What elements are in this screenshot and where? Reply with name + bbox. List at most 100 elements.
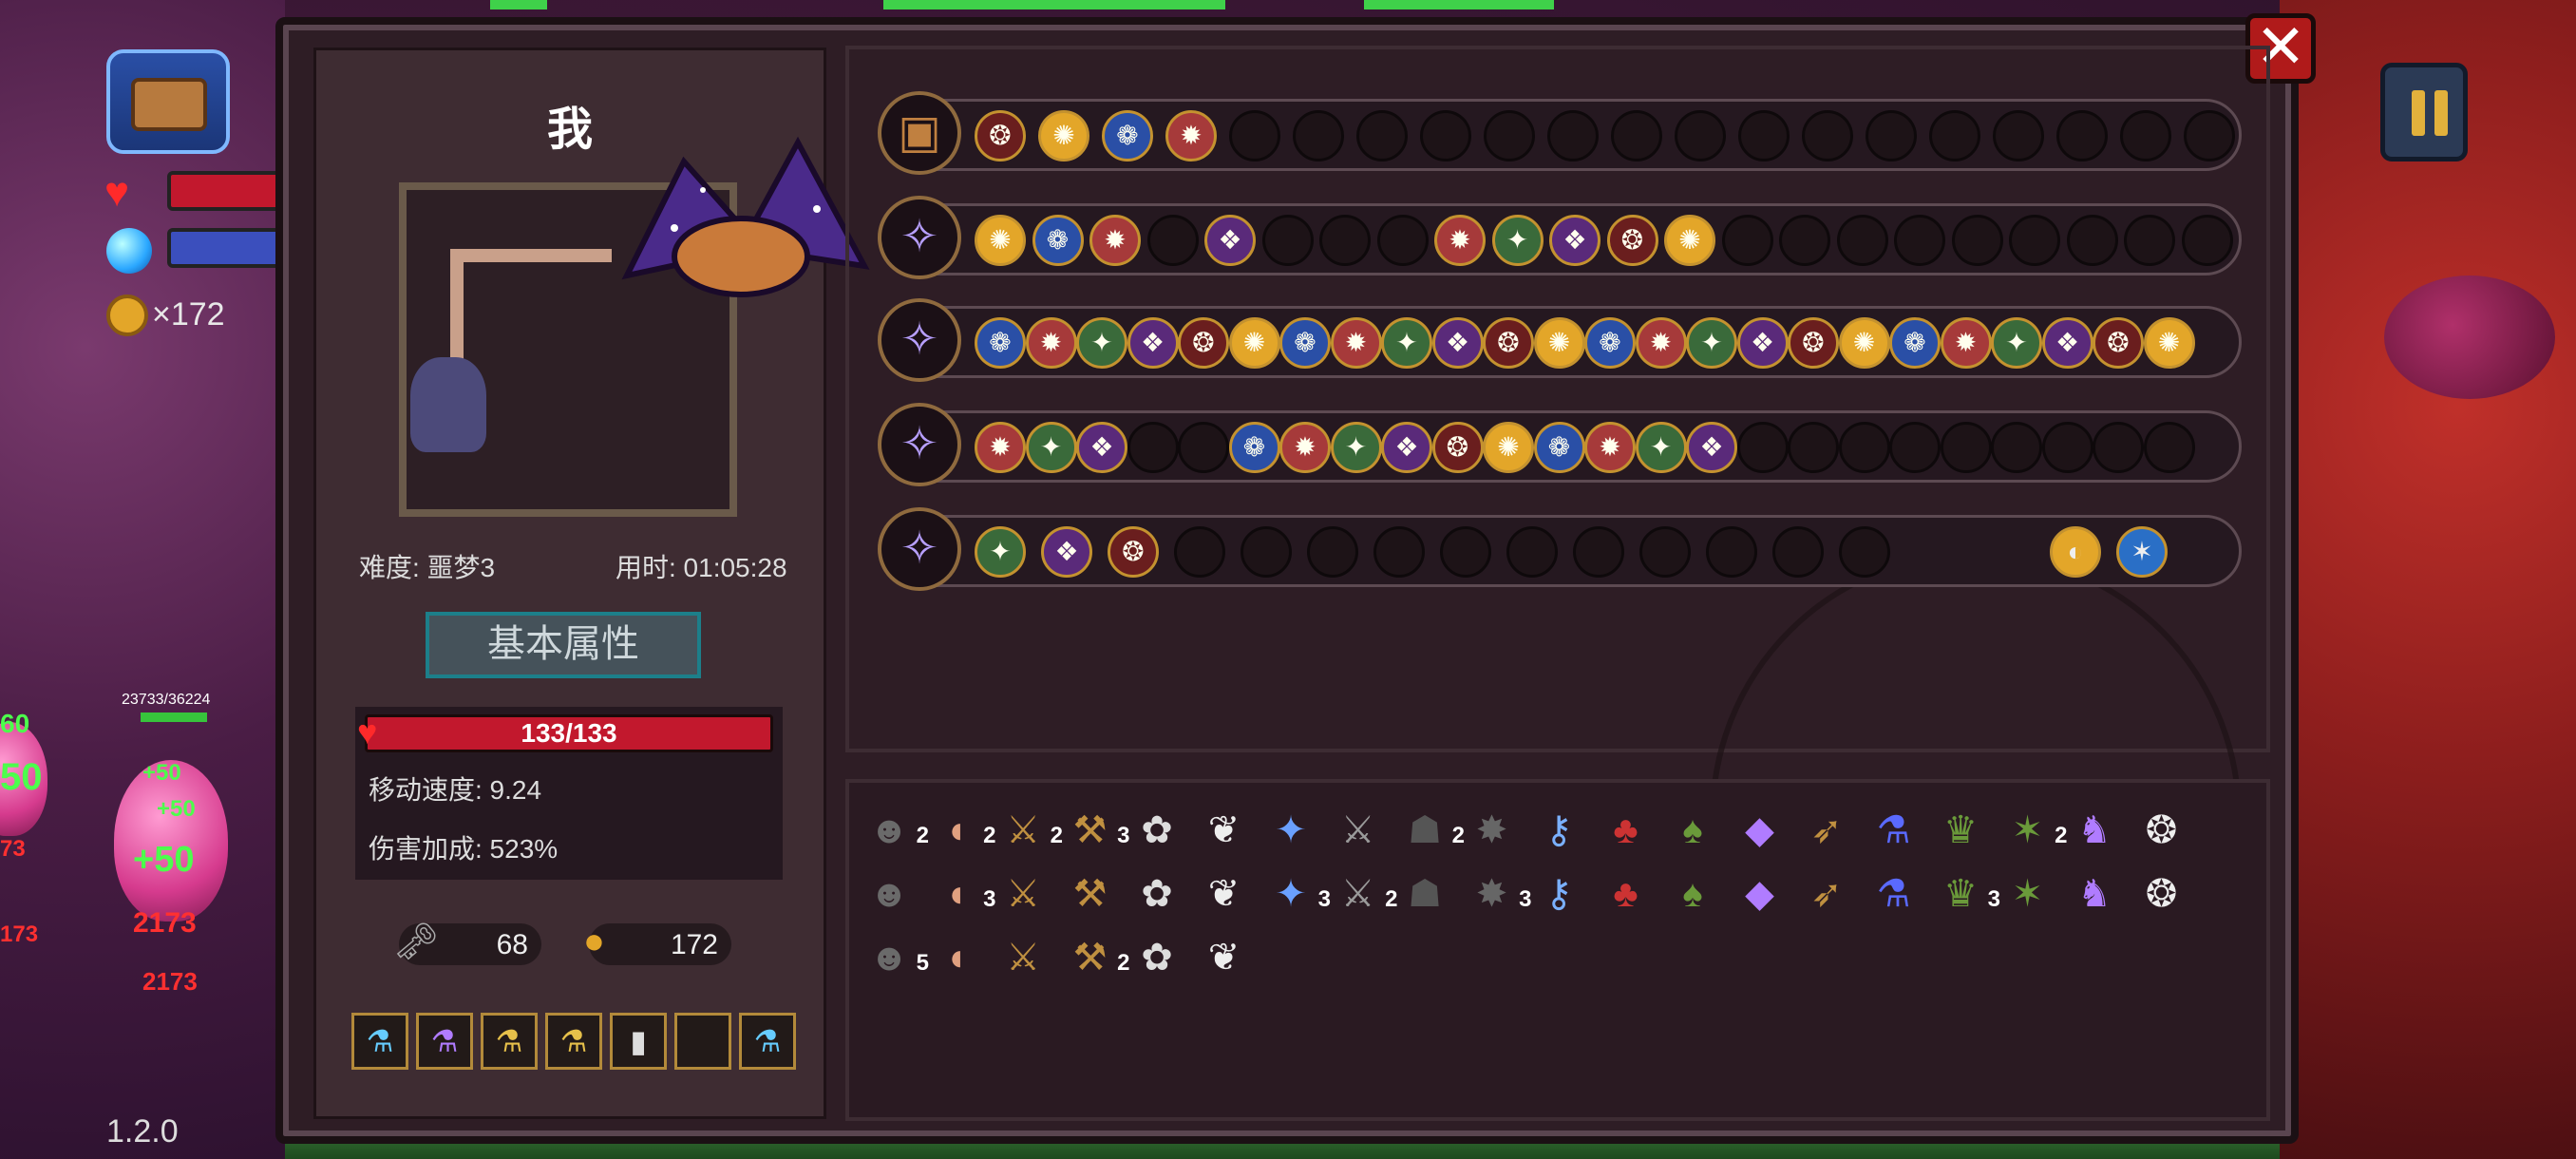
empty-slot[interactable]: [2124, 215, 2175, 266]
inventory-item[interactable]: ⚷: [1532, 867, 1585, 921]
empty-slot[interactable]: [1721, 215, 1773, 266]
inventory-item[interactable]: ✶: [2001, 867, 2055, 921]
spell-slot[interactable]: ✺: [1038, 110, 1089, 162]
spell-slot[interactable]: ❂: [1431, 422, 1484, 473]
empty-slot[interactable]: [2056, 110, 2108, 162]
spell-slot[interactable]: ❖: [1127, 317, 1179, 369]
potion-slot[interactable]: ⚗: [416, 1013, 473, 1070]
empty-slot[interactable]: [2143, 422, 2195, 473]
empty-slot[interactable]: [2041, 422, 2093, 473]
spell-slot[interactable]: ❂: [1788, 317, 1839, 369]
empty-slot[interactable]: [1839, 526, 1890, 578]
inventory-item[interactable]: ♠: [1666, 804, 1719, 857]
wand-icon[interactable]: ✧: [878, 298, 961, 382]
potion-slot[interactable]: ⚗: [351, 1013, 408, 1070]
inventory-item[interactable]: ⚔: [1332, 804, 1385, 857]
spell-slot[interactable]: ❁: [1584, 317, 1636, 369]
inventory-item[interactable]: ➶: [1800, 804, 1853, 857]
inventory-item[interactable]: ☻ 5: [862, 931, 929, 984]
inventory-item[interactable]: ⚒ 2: [1064, 931, 1130, 984]
inventory-item[interactable]: ✶ 2: [2001, 804, 2068, 857]
spell-slot[interactable]: ✹: [1165, 110, 1217, 162]
inventory-item[interactable]: ◖: [930, 931, 983, 984]
chest-button[interactable]: [106, 49, 230, 154]
spell-slot[interactable]: ✹: [1025, 317, 1077, 369]
spell-slot[interactable]: ❁: [1889, 317, 1941, 369]
inventory-item[interactable]: ✿: [1130, 867, 1184, 921]
inventory-item[interactable]: ⚔ 2: [1332, 867, 1398, 921]
spell-slot[interactable]: ❁: [1032, 215, 1084, 266]
empty-slot[interactable]: [2184, 110, 2235, 162]
spell-slot[interactable]: ✦: [1025, 422, 1077, 473]
empty-slot[interactable]: [1889, 422, 1941, 473]
empty-slot[interactable]: [1772, 526, 1824, 578]
empty-slot[interactable]: [1836, 215, 1888, 266]
spell-slot[interactable]: ✹: [1330, 317, 1382, 369]
inventory-item[interactable]: ◖ 2: [930, 804, 995, 857]
spell-slot[interactable]: ✦: [1991, 317, 2042, 369]
potion-slot[interactable]: ⚗: [481, 1013, 538, 1070]
inventory-item[interactable]: ◆: [1733, 867, 1787, 921]
empty-slot[interactable]: [1356, 110, 1408, 162]
inventory-item[interactable]: ☗ 2: [1398, 804, 1465, 857]
empty-slot[interactable]: [2009, 215, 2060, 266]
spell-slot[interactable]: ❖: [1431, 317, 1484, 369]
empty-slot[interactable]: [1838, 422, 1890, 473]
spell-slot[interactable]: ❖: [1686, 422, 1737, 473]
spell-slot[interactable]: ❂: [975, 110, 1026, 162]
inventory-item[interactable]: ♛: [1934, 804, 1987, 857]
empty-slot[interactable]: [1866, 110, 1917, 162]
spell-slot[interactable]: ✺: [1228, 317, 1280, 369]
spell-slot[interactable]: ✹: [1089, 215, 1141, 266]
spell-slot[interactable]: ✹: [1635, 317, 1687, 369]
inventory-item[interactable]: ✿: [1130, 931, 1184, 984]
spell-slot[interactable]: ✦: [1686, 317, 1737, 369]
empty-slot[interactable]: [1319, 215, 1371, 266]
spell-slot[interactable]: ❖: [1076, 422, 1127, 473]
inventory-item[interactable]: ◖ 3: [930, 867, 995, 921]
empty-slot[interactable]: [1376, 215, 1429, 266]
empty-slot[interactable]: [1440, 526, 1491, 578]
empty-slot[interactable]: [1940, 422, 1992, 473]
inventory-item[interactable]: ✿: [1130, 804, 1184, 857]
spell-slot[interactable]: ❖: [2041, 317, 2093, 369]
potion-slot[interactable]: [674, 1013, 731, 1070]
spell-slot[interactable]: ✦: [1381, 317, 1432, 369]
empty-slot[interactable]: [1993, 110, 2044, 162]
empty-slot[interactable]: [1675, 110, 1726, 162]
spell-slot[interactable]: ❁: [1533, 422, 1585, 473]
spell-slot[interactable]: ❁: [975, 317, 1026, 369]
chest-icon[interactable]: ▣: [878, 91, 961, 175]
empty-slot[interactable]: [1736, 422, 1789, 473]
empty-slot[interactable]: [1639, 526, 1691, 578]
inventory-item[interactable]: ✦ 3: [1264, 867, 1331, 921]
spell-slot[interactable]: ❖: [1549, 215, 1601, 266]
empty-slot[interactable]: [1229, 110, 1280, 162]
empty-slot[interactable]: [1894, 215, 1945, 266]
inventory-item[interactable]: ⚒ 3: [1064, 804, 1130, 857]
spell-slot[interactable]: ❖: [1041, 526, 1092, 578]
empty-slot[interactable]: [1573, 526, 1624, 578]
empty-slot[interactable]: [1373, 526, 1425, 578]
spell-slot[interactable]: ✦: [1491, 215, 1544, 266]
spell-slot[interactable]: ❖: [1381, 422, 1432, 473]
tab-basic-attributes[interactable]: 基本属性: [426, 612, 701, 678]
inventory-item[interactable]: ☗: [1398, 867, 1451, 921]
spell-slot[interactable]: ✦: [1635, 422, 1687, 473]
empty-slot[interactable]: [1506, 526, 1558, 578]
spell-slot[interactable]: ❂: [2093, 317, 2144, 369]
potion-slot[interactable]: ▮: [610, 1013, 667, 1070]
empty-slot[interactable]: [1611, 110, 1662, 162]
inventory-item[interactable]: ☻: [862, 867, 916, 921]
empty-slot[interactable]: [2181, 215, 2233, 266]
inventory-item[interactable]: ⚷: [1532, 804, 1585, 857]
empty-slot[interactable]: [1241, 526, 1292, 578]
wand-icon[interactable]: ✧: [878, 196, 961, 279]
inventory-item[interactable]: ♞: [2068, 867, 2121, 921]
spell-slot[interactable]: ✺: [2143, 317, 2195, 369]
trigger-spell-slot[interactable]: ✶: [2116, 526, 2168, 578]
inventory-item[interactable]: ✸ 3: [1466, 867, 1532, 921]
empty-slot[interactable]: [1261, 215, 1314, 266]
spell-slot[interactable]: ✺: [1838, 317, 1890, 369]
spell-slot[interactable]: ❁: [1228, 422, 1280, 473]
